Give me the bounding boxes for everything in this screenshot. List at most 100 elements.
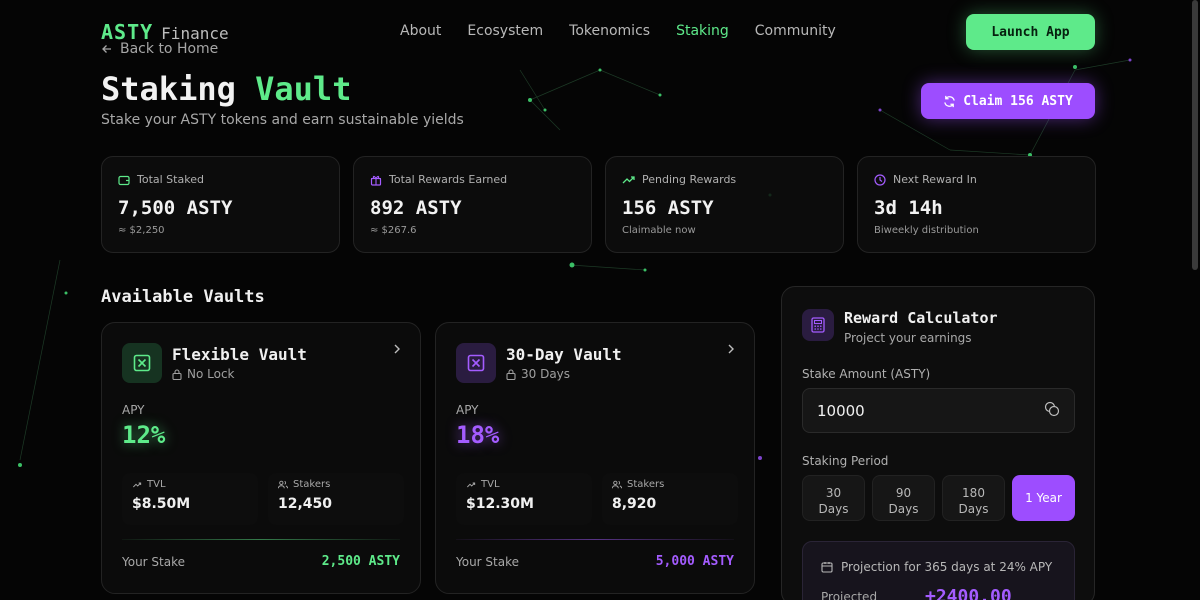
- period-top: 90: [895, 486, 912, 500]
- clock-icon: [874, 173, 886, 186]
- section-title-vaults: Available Vaults: [101, 287, 265, 307]
- nav-community[interactable]: Community: [755, 23, 836, 39]
- nav-staking[interactable]: Staking: [676, 23, 729, 39]
- stakers-value: 8,920: [612, 496, 657, 512]
- apy-label: APY: [456, 403, 479, 417]
- stake-amount-input[interactable]: [802, 388, 1075, 433]
- stake-amount-label: Stake Amount (ASTY): [802, 367, 931, 381]
- stat-label: Total Staked: [137, 173, 204, 186]
- stat-sub: Claimable now: [622, 225, 696, 236]
- period-90-days[interactable]: 90 Days: [872, 475, 935, 521]
- nav-ecosystem[interactable]: Ecosystem: [467, 23, 543, 39]
- vault-name: Flexible Vault: [172, 345, 307, 364]
- stat-value: 3d 14h: [874, 197, 943, 219]
- period-1-year[interactable]: 1 Year: [1012, 475, 1075, 521]
- period-top: 30: [825, 486, 842, 500]
- stat-value: 892 ASTY: [370, 197, 462, 219]
- your-stake-label: Your Stake: [122, 555, 186, 569]
- stakers-label: Stakers: [627, 479, 665, 490]
- back-label: Back to Home: [120, 41, 219, 57]
- staking-period-label: Staking Period: [802, 454, 889, 468]
- vault-lock: 30 Days: [506, 367, 570, 381]
- stat-label: Pending Rewards: [642, 173, 737, 186]
- stakers-label: Stakers: [293, 479, 331, 490]
- vault-card-flexible[interactable]: Flexible Vault No Lock APY 12% TVL $8.50…: [101, 322, 421, 594]
- stakers-metric: Stakers 8,920: [602, 473, 738, 525]
- vault-lock-label: 30 Days: [521, 367, 571, 381]
- tvl-label: TVL: [147, 479, 166, 490]
- stat-sub: Biweekly distribution: [874, 225, 979, 236]
- trending-up-icon: [132, 481, 142, 489]
- claim-label: Claim 156 ASTY: [963, 93, 1073, 109]
- period-top: 1 Year: [1025, 491, 1062, 505]
- wallet-icon: [118, 174, 130, 186]
- divider: [456, 539, 734, 540]
- period-30-days[interactable]: 30 Days: [802, 475, 865, 521]
- page-subtitle: Stake your ASTY tokens and earn sustaina…: [101, 112, 464, 128]
- launch-app-button[interactable]: Launch App: [966, 14, 1095, 50]
- calendar-icon: [821, 561, 833, 573]
- tvl-value: $12.30M: [466, 496, 534, 512]
- arrow-left-icon: [101, 43, 113, 55]
- stakers-value: 12,450: [278, 496, 333, 512]
- calculator-subtitle: Project your earnings: [844, 331, 972, 345]
- coins-icon: [1044, 401, 1060, 417]
- stat-card-next-reward: Next Reward In 3d 14h Biweekly distribut…: [857, 156, 1096, 253]
- your-stake-label: Your Stake: [456, 555, 520, 569]
- projected-label: Projected: [821, 590, 878, 600]
- tvl-label: TVL: [481, 479, 500, 490]
- period-bottom: Days: [888, 502, 919, 516]
- nav-tokenomics[interactable]: Tokenomics: [569, 23, 650, 39]
- tvl-metric: TVL $8.50M: [122, 473, 258, 525]
- period-top: 180: [962, 486, 985, 500]
- period-bottom: Days: [818, 502, 849, 516]
- your-stake-value: 5,000 ASTY: [655, 554, 734, 569]
- vault-name: 30-Day Vault: [506, 345, 622, 364]
- period-180-days[interactable]: 180 Days: [942, 475, 1005, 521]
- reward-calculator: Reward Calculator Project your earnings …: [781, 286, 1095, 600]
- divider: [122, 539, 400, 540]
- lock-icon: [172, 368, 182, 380]
- stat-label: Total Rewards Earned: [389, 173, 508, 186]
- stat-card-total-rewards: Total Rewards Earned 892 ASTY ≈ $267.6: [353, 156, 592, 253]
- tvl-value: $8.50M: [132, 496, 191, 512]
- nav-about[interactable]: About: [400, 23, 441, 39]
- stat-card-pending-rewards: Pending Rewards 156 ASTY Claimable now: [605, 156, 844, 253]
- stat-sub: ≈ $2,250: [118, 225, 165, 236]
- refresh-icon: [943, 95, 956, 108]
- users-icon: [612, 480, 622, 489]
- projection-box: Projection for 365 days at 24% APY Proje…: [802, 541, 1075, 600]
- apy-value: 12%: [122, 421, 166, 449]
- apy-label: APY: [122, 403, 145, 417]
- vault-lock-label: No Lock: [187, 367, 235, 381]
- vault-lock: No Lock: [172, 367, 235, 381]
- chevron-right-icon[interactable]: [726, 343, 736, 355]
- vault-icon: [122, 343, 162, 383]
- vault-card-30-day[interactable]: 30-Day Vault 30 Days APY 18% TVL $12.30M…: [435, 322, 755, 594]
- users-icon: [278, 480, 288, 489]
- title-accent: Vault: [255, 70, 352, 108]
- main-nav: About Ecosystem Tokenomics Staking Commu…: [400, 23, 836, 39]
- projected-value: +2400.00: [925, 586, 1012, 600]
- title-main: Staking: [101, 70, 236, 108]
- lock-icon: [506, 368, 516, 380]
- your-stake-value: 2,500 ASTY: [321, 554, 400, 569]
- stat-label: Next Reward In: [893, 173, 977, 186]
- stat-value: 7,500 ASTY: [118, 197, 233, 219]
- chevron-right-icon[interactable]: [392, 343, 402, 355]
- stat-sub: ≈ $267.6: [370, 225, 417, 236]
- page-title: Staking Vault: [101, 70, 351, 108]
- stat-card-total-staked: Total Staked 7,500 ASTY ≈ $2,250: [101, 156, 340, 253]
- vault-icon: [456, 343, 496, 383]
- back-to-home-link[interactable]: Back to Home: [101, 41, 218, 57]
- gift-icon: [370, 174, 382, 186]
- trending-up-icon: [466, 481, 476, 489]
- scrollbar[interactable]: [1192, 0, 1198, 270]
- period-bottom: Days: [958, 502, 989, 516]
- stat-value: 156 ASTY: [622, 197, 714, 219]
- apy-value: 18%: [456, 421, 500, 449]
- tvl-metric: TVL $12.30M: [456, 473, 592, 525]
- stakers-metric: Stakers 12,450: [268, 473, 404, 525]
- calculator-icon: [802, 309, 834, 341]
- claim-rewards-button[interactable]: Claim 156 ASTY: [921, 83, 1095, 119]
